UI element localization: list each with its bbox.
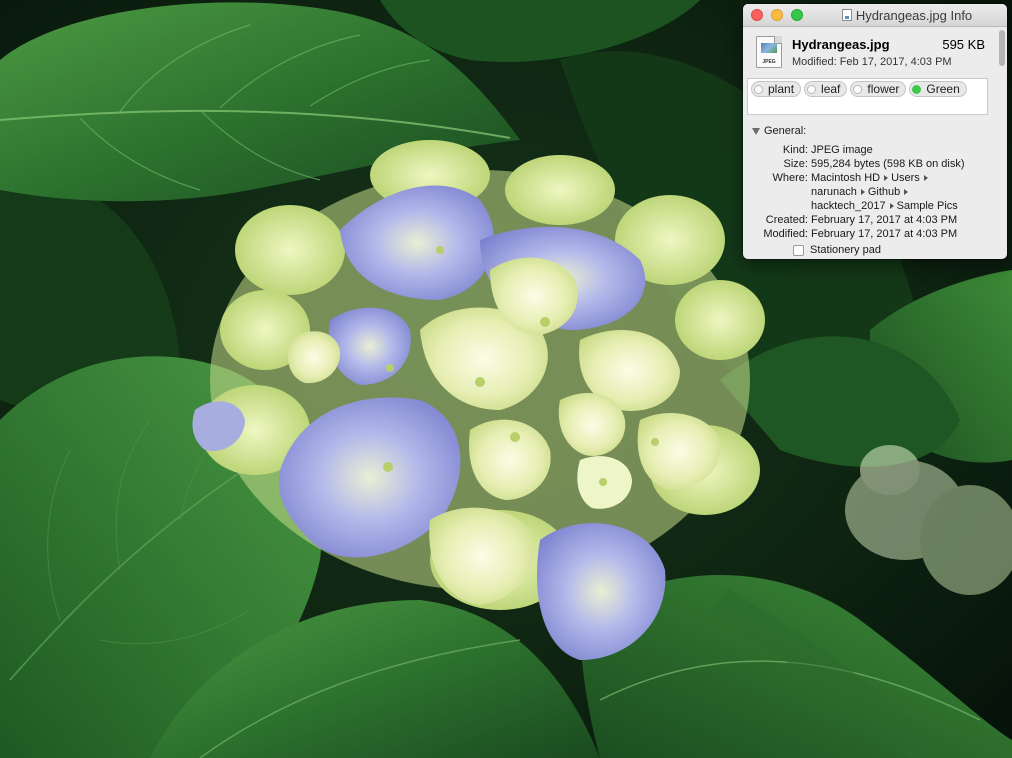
stationery-pad-label: Stationery pad (810, 244, 881, 256)
window-title: Hydrangeas.jpg Info (855, 7, 973, 23)
created-value: February 17, 2017 at 4:03 PM (811, 214, 958, 226)
where-label: Where: (772, 172, 808, 184)
path-segment: narunach (811, 186, 857, 198)
path-arrow-icon (860, 188, 865, 195)
file-icon-label: JPEG (762, 59, 776, 65)
close-button[interactable] (751, 9, 763, 21)
tag-color-dot-icon (754, 84, 763, 94)
tag-color-dot-icon (912, 84, 922, 94)
tag-chip[interactable]: Green (909, 81, 967, 97)
zoom-button[interactable] (791, 9, 803, 21)
stationery-pad-checkbox[interactable] (793, 244, 804, 256)
get-info-window: Hydrangeas.jpg Info JPEG Hydrangeas.jpg … (743, 4, 1007, 259)
created-row: Created: February 17, 2017 at 4:03 PM (743, 214, 1007, 228)
path-segment: Github (867, 186, 901, 198)
file-modified-date: Modified: Feb 17, 2017, 4:03 PM (792, 56, 952, 68)
minimize-button[interactable] (771, 9, 783, 21)
stationery-pad-option[interactable]: Stationery pad (793, 244, 881, 256)
file-name: Hydrangeas.jpg (792, 37, 890, 52)
created-label: Created: (765, 214, 808, 226)
path-segment: Macintosh HD (811, 172, 881, 184)
size-label: Size: (783, 158, 808, 170)
path-arrow-icon (904, 188, 909, 195)
where-row-continued: hacktech_2017 Sample Pics (743, 200, 1007, 214)
tag-label: plant (768, 82, 795, 96)
jpeg-file-icon[interactable]: JPEG (756, 36, 782, 68)
tag-label: Green (926, 82, 960, 96)
kind-value: JPEG image (811, 144, 873, 156)
tag-chip[interactable]: flower (850, 81, 907, 97)
tag-label: flower (867, 82, 900, 96)
kind-row: Kind: JPEG image (743, 144, 1007, 158)
tag-label: leaf (821, 82, 841, 96)
path-arrow-icon (923, 174, 928, 181)
path-arrow-icon (889, 202, 894, 209)
modified-label: Modified: (763, 228, 808, 240)
path-arrow-icon (884, 174, 889, 181)
tag-color-dot-icon (853, 84, 863, 94)
file-size: 595 KB (942, 37, 985, 52)
disclosure-triangle-icon[interactable] (752, 127, 760, 135)
size-row: Size: 595,284 bytes (598 KB on disk) (743, 158, 1007, 172)
modified-value: February 17, 2017 at 4:03 PM (811, 228, 958, 240)
document-icon (841, 9, 852, 21)
tag-chip[interactable]: plant (751, 81, 802, 97)
general-section-toggle[interactable]: General: (752, 125, 806, 137)
tag-color-dot-icon (807, 84, 817, 94)
general-info-list: Kind: JPEG image Size: 595,284 bytes (59… (743, 144, 1007, 242)
path-segment: Sample Pics (896, 200, 958, 212)
where-row: Where: Macintosh HD Users (743, 172, 1007, 186)
tags-field[interactable]: plant leaf flower Green (747, 78, 988, 115)
desktop-wallpaper: Hydrangeas.jpg Info JPEG Hydrangeas.jpg … (0, 0, 1012, 758)
size-value: 595,284 bytes (598 KB on disk) (811, 158, 965, 170)
where-row-continued: narunach Github (743, 186, 1007, 200)
kind-label: Kind: (782, 144, 808, 156)
tag-chip[interactable]: leaf (804, 81, 848, 97)
window-titlebar[interactable]: Hydrangeas.jpg Info (743, 4, 1007, 27)
general-section-label: General: (764, 125, 807, 137)
file-summary: JPEG Hydrangeas.jpg 595 KB Modified: Feb… (743, 27, 1007, 79)
path-segment: hacktech_2017 (811, 200, 886, 212)
path-segment: Users (891, 172, 920, 184)
modified-row: Modified: February 17, 2017 at 4:03 PM (743, 228, 1007, 242)
